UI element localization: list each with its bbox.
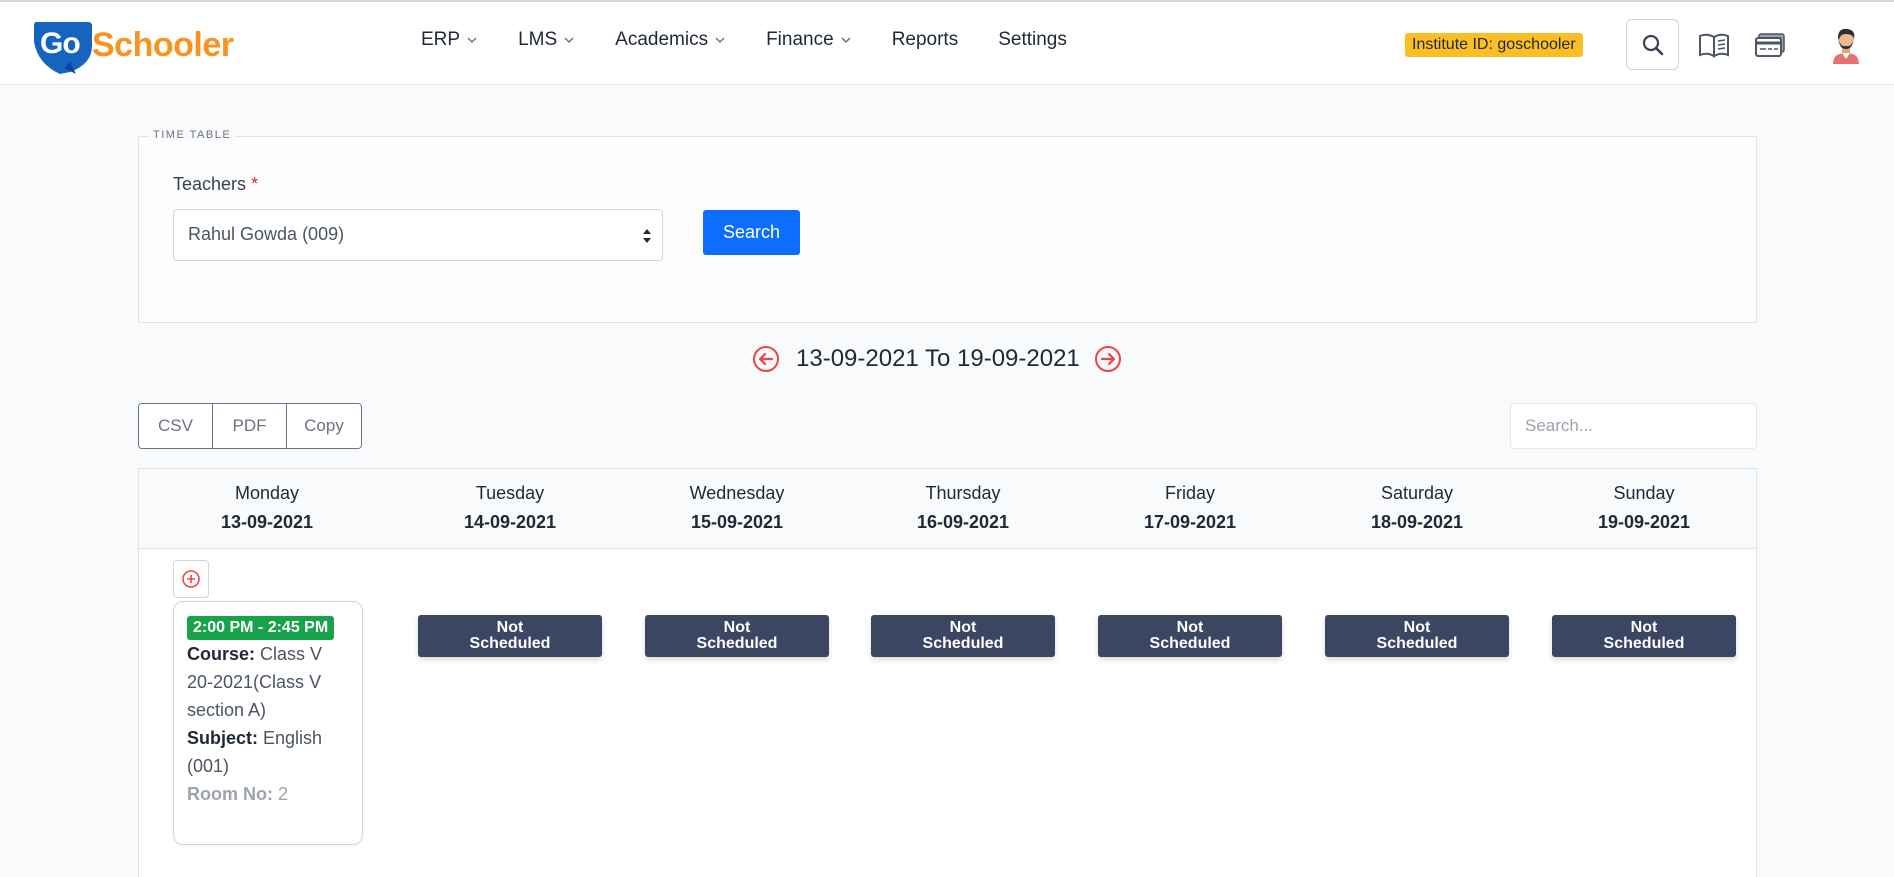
prev-week-icon[interactable] [752,345,780,373]
chevron-down-icon [715,37,725,44]
menu-settings-label: Settings [998,29,1067,50]
week-navigator: 13-09-2021 To 19-09-2021 [752,345,1122,373]
main-menu: ERP LMS Academics Finance Reports Settin… [421,29,1107,51]
day-date: 13-09-2021 [220,512,314,532]
day-header-friday: Friday 17-09-2021 [1090,483,1290,533]
menu-erp-label: ERP [421,29,461,50]
slot-subject-label: Subject: [187,728,259,748]
not-scheduled-line1: Not [1403,619,1431,636]
slot-subject: Subject: English (001) [187,724,349,780]
timetable-grid: Monday 13-09-2021 Tuesday 14-09-2021 Wed… [138,468,1757,877]
day-name: Sunday [1613,483,1675,503]
teachers-label-text: Teachers [173,174,247,194]
chevron-down-icon [467,37,477,44]
slot-room-value: 2 [278,784,289,804]
table-search-input[interactable] [1510,403,1757,449]
slot-time-badge: 2:00 PM - 2:45 PM [187,616,335,640]
day-name: Monday [234,483,300,503]
panel-legend: TIME TABLE [149,129,236,141]
not-scheduled-line1: Not [723,619,751,636]
not-scheduled-line2: Scheduled [1149,635,1231,652]
menu-lms-label: LMS [518,29,558,50]
timetable-filter-panel: TIME TABLE Teachers * Rahul Gowda (009) … [138,129,1757,323]
copy-button[interactable]: Copy [287,404,361,448]
not-scheduled-line1: Not [1630,619,1658,636]
date-range: 13-09-2021 To 19-09-2021 [796,345,1080,372]
logo[interactable]: Go Schooler [30,16,234,74]
menu-finance[interactable]: Finance [766,29,852,51]
book-icon[interactable] [1698,32,1730,58]
not-scheduled-badge-saturday: Not Scheduled [1325,615,1509,657]
logo-name: Schooler [92,25,234,64]
day-header-monday: Monday 13-09-2021 [167,483,367,533]
day-name: Thursday [925,483,1001,503]
pdf-button[interactable]: PDF [213,404,287,448]
day-date: 15-09-2021 [690,512,784,532]
table-header: Monday 13-09-2021 Tuesday 14-09-2021 Wed… [139,469,1756,549]
not-scheduled-badge-tuesday: Not Scheduled [418,615,602,657]
menu-settings[interactable]: Settings [998,29,1067,51]
teacher-select[interactable]: Rahul Gowda (009) [173,209,663,261]
export-buttons: CSV PDF Copy [138,403,362,449]
day-header-wednesday: Wednesday 15-09-2021 [637,483,837,533]
menu-erp[interactable]: ERP [421,29,478,51]
day-date: 18-09-2021 [1370,512,1464,532]
search-button[interactable]: Search [703,210,800,255]
not-scheduled-line1: Not [496,619,524,636]
not-scheduled-line2: Scheduled [469,635,551,652]
day-date: 16-09-2021 [916,512,1010,532]
day-header-tuesday: Tuesday 14-09-2021 [410,483,610,533]
day-header-saturday: Saturday 18-09-2021 [1317,483,1517,533]
not-scheduled-line1: Not [949,619,977,636]
timetable-slot-card[interactable]: 2:00 PM - 2:45 PM Course: Class V 20-202… [173,601,363,845]
day-name: Wednesday [689,483,785,503]
not-scheduled-line2: Scheduled [1376,635,1458,652]
not-scheduled-badge-friday: Not Scheduled [1098,615,1282,657]
slot-room-label: Room No: [187,784,273,804]
menu-academics[interactable]: Academics [615,29,726,51]
not-scheduled-line2: Scheduled [922,635,1004,652]
csv-button[interactable]: CSV [139,404,213,448]
day-date: 14-09-2021 [463,512,557,532]
menu-academics-label: Academics [615,29,709,50]
chevron-down-icon [841,37,851,44]
day-date: 17-09-2021 [1143,512,1237,532]
day-header-sunday: Sunday 19-09-2021 [1544,483,1744,533]
day-name: Tuesday [475,483,545,503]
avatar[interactable] [1829,26,1863,64]
menu-reports[interactable]: Reports [892,29,959,51]
day-header-thursday: Thursday 16-09-2021 [863,483,1063,533]
day-name: Saturday [1380,483,1454,503]
plus-circle-icon [182,570,200,588]
teacher-select-value: Rahul Gowda (009) [188,224,345,244]
logo-go-text: Go [40,27,81,60]
menu-reports-label: Reports [891,29,959,50]
slot-course: Course: Class V 20-2021(Class V section … [187,640,349,724]
header-search-button[interactable] [1626,19,1679,70]
navbar: Go Schooler ERP LMS Academics Finance Re… [0,2,1894,85]
not-scheduled-badge-wednesday: Not Scheduled [645,615,829,657]
slot-room: Room No: 2 [187,780,349,808]
chevron-down-icon [564,37,574,44]
card-icon[interactable] [1754,32,1786,58]
required-mark: * [251,174,259,194]
day-date: 19-09-2021 [1597,512,1691,532]
add-slot-button[interactable] [173,560,209,598]
not-scheduled-badge-thursday: Not Scheduled [871,615,1055,657]
menu-finance-label: Finance [766,29,834,50]
teachers-label: Teachers * [173,174,258,195]
slot-course-label: Course: [187,644,256,664]
search-icon [1642,34,1663,55]
next-week-icon[interactable] [1094,345,1122,373]
not-scheduled-line1: Not [1176,619,1204,636]
menu-lms[interactable]: LMS [518,29,575,51]
not-scheduled-badge-sunday: Not Scheduled [1552,615,1736,657]
not-scheduled-line2: Scheduled [1603,635,1685,652]
day-name: Friday [1164,483,1215,503]
institute-id-badge: Institute ID: goschooler [1405,33,1583,57]
not-scheduled-line2: Scheduled [696,635,778,652]
logo-badge-icon: Go [30,16,94,74]
select-arrows-icon [643,229,651,243]
